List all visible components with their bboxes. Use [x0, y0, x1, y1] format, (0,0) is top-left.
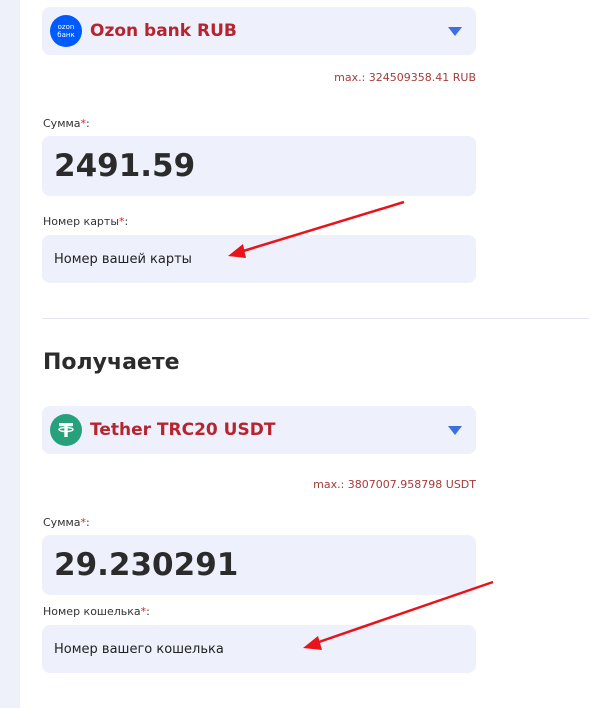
arrow-to-card-field — [228, 200, 405, 258]
arrow-to-wallet-field — [303, 580, 494, 650]
annotation-arrows — [228, 200, 494, 650]
